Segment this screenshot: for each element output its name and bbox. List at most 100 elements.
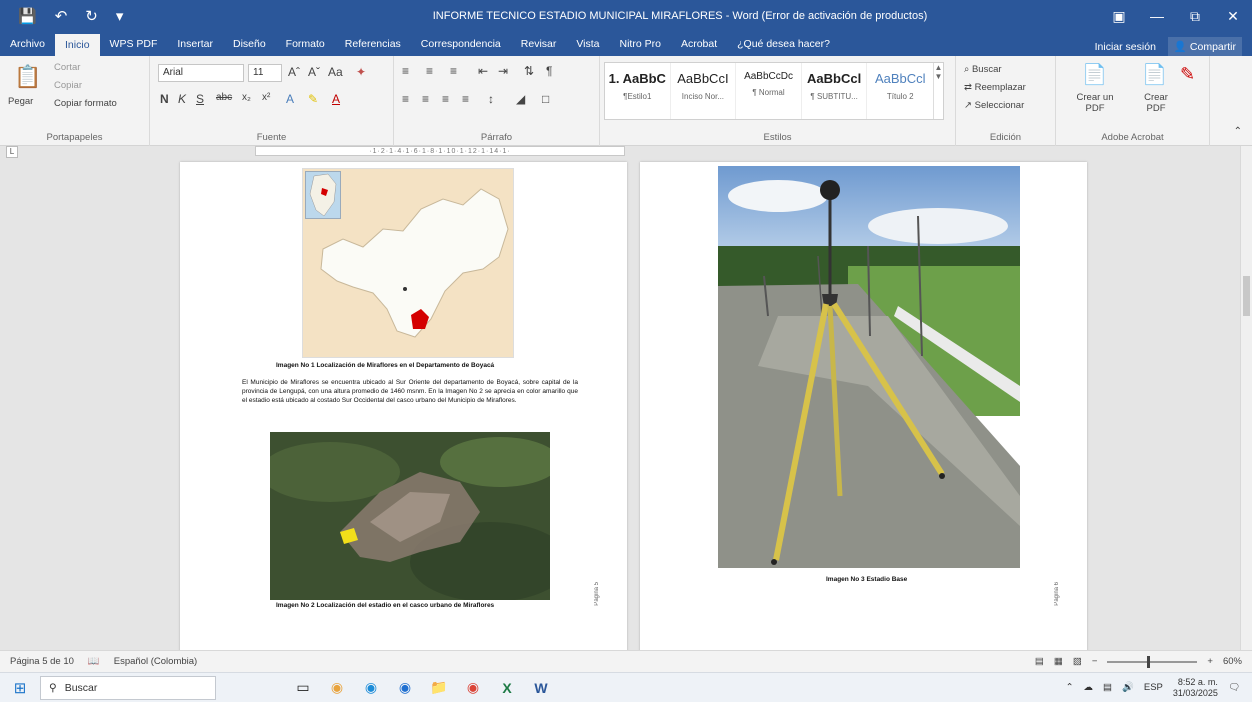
styles-scroll-icon[interactable]: ▲ ▼ bbox=[933, 63, 943, 119]
show-formatting-icon[interactable]: ¶ bbox=[546, 64, 552, 78]
sort-icon[interactable]: ⇅ bbox=[524, 64, 534, 78]
read-mode-icon[interactable]: ▤ bbox=[1035, 656, 1044, 667]
underline-icon[interactable]: S bbox=[196, 92, 204, 106]
zoom-out-icon[interactable]: − bbox=[1092, 656, 1098, 667]
shrink-font-icon[interactable]: Aˇ bbox=[308, 65, 320, 79]
subscript-icon[interactable]: x₂ bbox=[242, 92, 251, 103]
tab-diseno[interactable]: Diseño bbox=[223, 32, 276, 56]
create-share-pdf-button[interactable]: Crear un PDF bbox=[1066, 92, 1124, 114]
strikethrough-icon[interactable]: abc bbox=[216, 92, 232, 103]
italic-icon[interactable]: K bbox=[178, 92, 186, 106]
signin-link[interactable]: Iniciar sesión bbox=[1095, 41, 1156, 53]
volume-icon[interactable]: 🔊 bbox=[1122, 682, 1134, 693]
proofing-icon[interactable]: 📖 bbox=[88, 656, 100, 667]
align-left-icon[interactable]: ≡ bbox=[402, 92, 409, 106]
zoom-in-icon[interactable]: + bbox=[1207, 656, 1213, 667]
edge-app-icon[interactable]: ◉ bbox=[358, 675, 384, 701]
print-layout-icon[interactable]: ▦ bbox=[1054, 656, 1063, 667]
tab-revisar[interactable]: Revisar bbox=[511, 32, 567, 56]
tab-vista[interactable]: Vista bbox=[566, 32, 609, 56]
web-layout-icon[interactable]: ▧ bbox=[1073, 656, 1082, 667]
system-clock[interactable]: 8:52 a. m. 31/03/2025 bbox=[1173, 677, 1218, 699]
customize-quick-access-icon[interactable]: ▾ bbox=[116, 7, 124, 25]
language-status[interactable]: Español (Colombia) bbox=[114, 656, 197, 667]
highlight-icon[interactable]: ✎ bbox=[308, 92, 318, 106]
browser-app-icon[interactable]: ◉ bbox=[324, 675, 350, 701]
language-indicator[interactable]: ESP bbox=[1144, 682, 1163, 693]
font-name-select[interactable]: Arial bbox=[158, 64, 244, 82]
text-effects-icon[interactable]: A bbox=[286, 92, 294, 106]
tab-selector-icon[interactable]: L bbox=[6, 146, 18, 158]
scrollbar-thumb[interactable] bbox=[1243, 276, 1250, 316]
increase-indent-icon[interactable]: ⇥ bbox=[498, 64, 508, 78]
tab-insertar[interactable]: Insertar bbox=[167, 32, 223, 56]
horizontal-ruler[interactable]: ·1·2·1·4·1·6·1·8·1·10·1·12·1·14·1· bbox=[255, 146, 625, 156]
task-view-icon[interactable]: ▭ bbox=[290, 675, 316, 701]
align-right-icon[interactable]: ≡ bbox=[442, 92, 449, 106]
style-normal[interactable]: AaBbCcDc ¶ Normal bbox=[736, 63, 802, 119]
excel-app-icon[interactable]: X bbox=[494, 675, 520, 701]
line-spacing-icon[interactable]: ↕ bbox=[488, 92, 494, 106]
align-center-icon[interactable]: ≡ bbox=[422, 92, 429, 106]
zoom-slider-knob[interactable] bbox=[1147, 655, 1151, 668]
bold-icon[interactable]: N bbox=[160, 92, 169, 106]
multilevel-list-icon[interactable]: ≡ bbox=[450, 64, 457, 78]
clear-format-icon[interactable]: ✦ bbox=[356, 65, 366, 79]
tab-archivo[interactable]: Archivo bbox=[0, 32, 55, 56]
create-pdf-icon[interactable]: 📄 bbox=[1142, 62, 1167, 87]
windows-start-icon[interactable]: ⊞ bbox=[0, 673, 40, 702]
show-hidden-icons-icon[interactable]: ⌃ bbox=[1066, 682, 1074, 693]
create-pdf-button[interactable]: Crear PDF bbox=[1136, 92, 1176, 114]
select-button[interactable]: ↗ Seleccionar bbox=[964, 100, 1024, 111]
save-icon[interactable]: 💾 bbox=[18, 7, 37, 25]
borders-icon[interactable]: □ bbox=[542, 92, 549, 106]
tab-nitro-pro[interactable]: Nitro Pro bbox=[610, 32, 671, 56]
font-size-select[interactable]: 11 bbox=[248, 64, 282, 82]
document-page-6[interactable]: Imagen No 3 Estadio Base Página 6 bbox=[640, 162, 1087, 650]
style-inciso-normal[interactable]: AaBbCcI Inciso Nor... bbox=[671, 63, 737, 119]
notifications-icon[interactable]: 🗨 bbox=[1228, 682, 1240, 693]
minimize-button[interactable]: — bbox=[1138, 0, 1176, 32]
style-titulo2[interactable]: AaBbCcl Título 2 bbox=[867, 63, 933, 119]
tab-referencias[interactable]: Referencias bbox=[335, 32, 411, 56]
ribbon-display-icon[interactable]: ▣ bbox=[1100, 0, 1138, 32]
superscript-icon[interactable]: x² bbox=[262, 92, 270, 103]
zoom-slider[interactable] bbox=[1107, 655, 1198, 668]
cut-button[interactable]: Cortar bbox=[54, 62, 80, 73]
share-button[interactable]: 👤 Compartir bbox=[1167, 37, 1242, 56]
maximize-button[interactable]: ⧉ bbox=[1176, 0, 1214, 32]
chrome-app-icon[interactable]: ◉ bbox=[460, 675, 486, 701]
replace-button[interactable]: ⇄ Reemplazar bbox=[964, 82, 1026, 93]
redo-icon[interactable]: ↻ bbox=[85, 7, 98, 25]
create-share-pdf-icon[interactable]: 📄 bbox=[1082, 62, 1107, 87]
vertical-scrollbar[interactable] bbox=[1240, 146, 1252, 650]
copy-button[interactable]: Copiar bbox=[54, 80, 82, 91]
shading-icon[interactable]: ◢ bbox=[516, 92, 525, 106]
grow-font-icon[interactable]: Aˆ bbox=[288, 65, 300, 79]
word-app-icon[interactable]: W bbox=[528, 675, 554, 701]
tab-wps-pdf[interactable]: WPS PDF bbox=[100, 32, 168, 56]
taskbar-search-box[interactable]: ⚲ Buscar bbox=[40, 675, 216, 700]
paste-button[interactable]: Pegar bbox=[8, 96, 33, 107]
decrease-indent-icon[interactable]: ⇤ bbox=[478, 64, 488, 78]
page-count-status[interactable]: Página 5 de 10 bbox=[10, 656, 74, 667]
document-page-5[interactable]: Imagen No 1 Localización de Miraflores e… bbox=[180, 162, 627, 650]
onedrive-icon[interactable]: ☁ bbox=[1084, 682, 1094, 693]
tab-acrobat[interactable]: Acrobat bbox=[671, 32, 727, 56]
undo-icon[interactable]: ↶ bbox=[55, 7, 68, 25]
tab-correspondencia[interactable]: Correspondencia bbox=[411, 32, 511, 56]
sign-pdf-icon[interactable]: ✎ bbox=[1180, 64, 1195, 85]
find-button[interactable]: ⌕ Buscar bbox=[964, 64, 1002, 75]
network-icon[interactable]: ▤ bbox=[1103, 682, 1112, 693]
style-estilo1[interactable]: 1. AaBbC ¶Estilo1 bbox=[605, 63, 671, 119]
justify-icon[interactable]: ≡ bbox=[462, 92, 469, 106]
tell-me-search[interactable]: ¿Qué desea hacer? bbox=[727, 32, 840, 56]
zoom-level[interactable]: 60% bbox=[1223, 656, 1242, 667]
close-button[interactable]: ✕ bbox=[1214, 0, 1252, 32]
change-case-icon[interactable]: Aa bbox=[328, 65, 343, 79]
paste-icon[interactable]: 📋 bbox=[14, 64, 41, 90]
collapse-ribbon-icon[interactable]: ⌃ bbox=[1234, 126, 1242, 137]
font-color-icon[interactable]: A bbox=[332, 92, 340, 106]
chat-app-icon[interactable]: ◉ bbox=[392, 675, 418, 701]
bullets-icon[interactable]: ≡ bbox=[402, 64, 409, 78]
